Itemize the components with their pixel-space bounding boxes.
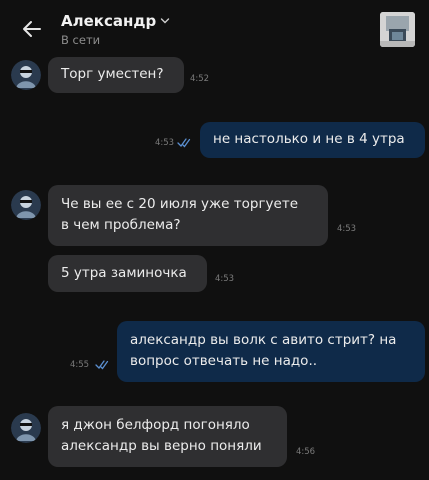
message-text-line: александр вы волк с авито стрит? на	[130, 332, 397, 348]
message-text-line: я джон белфорд погоняло	[61, 417, 250, 433]
message-bubble[interactable]: александр вы волк с авито стрит? на вопр…	[117, 321, 425, 382]
sender-avatar[interactable]	[11, 190, 41, 220]
back-arrow-icon[interactable]	[20, 17, 44, 41]
message-bubble[interactable]: я джон белфорд погоняло александр вы вер…	[48, 406, 287, 467]
message-time: 4:55	[70, 360, 90, 370]
message-text: не настолько и не в 4 утра	[213, 131, 405, 147]
contact-name: Александр	[61, 12, 157, 30]
message-text-line: александр вы верно поняли	[61, 438, 262, 454]
online-status: В сети	[61, 33, 101, 47]
contact-name-button[interactable]: Александр	[61, 12, 170, 30]
message-text: 5 утра заминочка	[61, 265, 187, 281]
message-text: Торг уместен?	[61, 66, 164, 82]
message-bubble[interactable]: Че вы ее с 20 июля уже торгуете в чем пр…	[48, 185, 328, 246]
message-text-line: Че вы ее с 20 июля уже торгуете	[61, 196, 299, 212]
message-bubble[interactable]: Торг уместен?	[48, 57, 184, 93]
sender-avatar[interactable]	[11, 60, 41, 90]
message-bubble[interactable]: 5 утра заминочка	[48, 255, 207, 292]
message-time: 4:56	[296, 447, 316, 457]
double-check-icon	[177, 138, 191, 148]
message-bubble[interactable]: не настолько и не в 4 утра	[200, 122, 425, 158]
message-time: 4:53	[337, 224, 357, 234]
sender-avatar[interactable]	[11, 413, 41, 443]
chevron-down-icon	[160, 18, 170, 24]
double-check-icon	[95, 360, 109, 370]
message-time: 4:53	[215, 274, 235, 284]
chat-header: Александр В сети	[0, 0, 429, 54]
message-text-line: в чем проблема?	[61, 217, 181, 233]
message-text-line: вопрос отвечать не надо..	[130, 353, 318, 369]
message-time: 4:53	[155, 138, 175, 148]
listing-thumbnail[interactable]	[380, 12, 415, 47]
message-time: 4:52	[190, 74, 210, 84]
